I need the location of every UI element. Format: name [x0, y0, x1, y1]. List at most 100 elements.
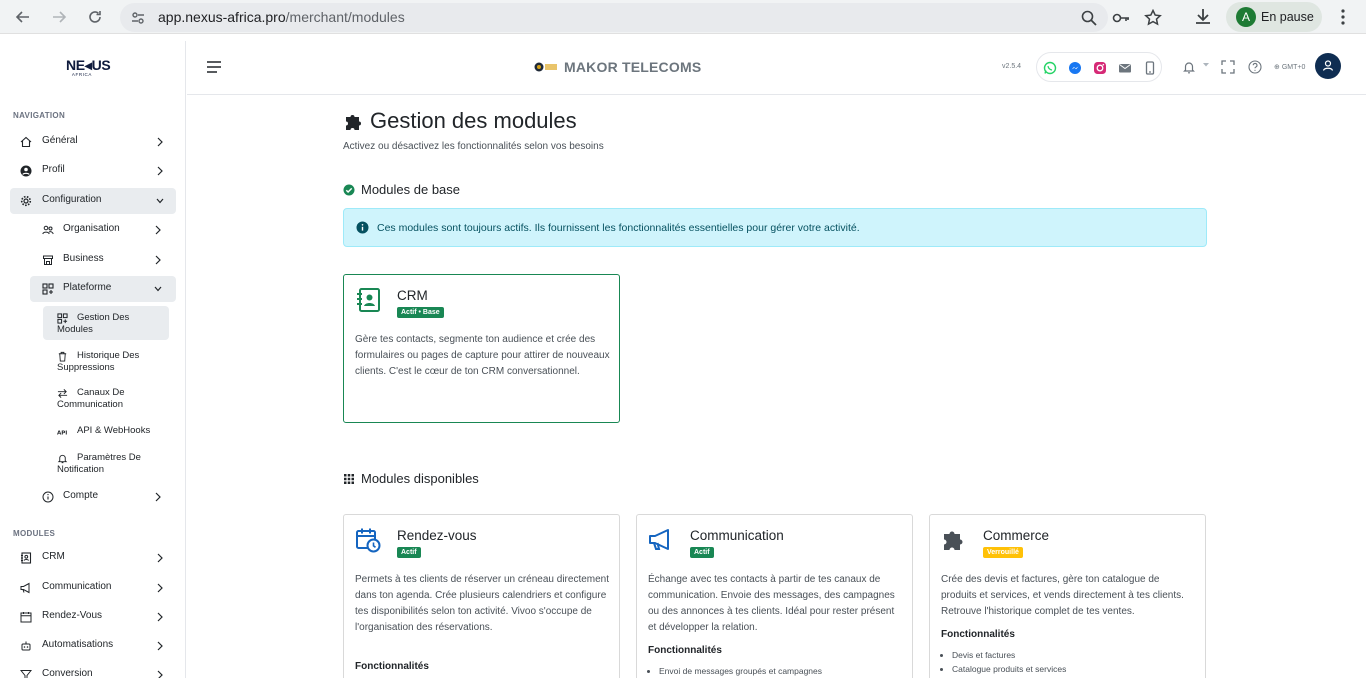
caret-down-icon[interactable] [1203, 63, 1209, 67]
chevron-right-icon [155, 225, 161, 235]
download-icon[interactable] [1193, 7, 1213, 27]
puzzle-icon [346, 114, 361, 130]
features-label: Fonctionnalités [648, 645, 722, 656]
status-badge: Verrouillé [983, 547, 1023, 558]
fullscreen-icon[interactable] [1221, 60, 1235, 74]
sidebar-item-communication[interactable]: Communication [10, 575, 176, 601]
key-icon[interactable] [1112, 9, 1130, 27]
profile-button[interactable]: A En pause [1226, 2, 1322, 32]
check-circle-icon [343, 184, 355, 195]
status-badge: Actif [690, 547, 714, 558]
home-icon [20, 136, 32, 148]
chevron-right-icon [157, 166, 163, 176]
trash-icon [58, 351, 67, 362]
page-subtitle: Activez ou désactivez les fonctionnalité… [343, 141, 604, 152]
email-icon[interactable] [1118, 61, 1132, 75]
users-icon [42, 225, 54, 235]
module-card-rendez-vous[interactable]: Rendez-vous Actif Permets à tes clients … [343, 514, 620, 678]
profile-status: En pause [1261, 10, 1314, 24]
forward-arrow-icon[interactable] [47, 5, 71, 29]
zoom-icon[interactable] [1080, 9, 1098, 27]
grid-plus-icon [57, 313, 68, 324]
main-content: Gestion des modules Activez ou désactive… [187, 95, 1366, 678]
contact-book-icon [357, 288, 380, 312]
phone-icon[interactable] [1143, 61, 1157, 75]
gear-icon [20, 195, 32, 207]
swap-arrows-icon [57, 389, 68, 398]
sidebar-item-plateforme[interactable]: Plateforme [30, 276, 176, 302]
api-icon: API [57, 430, 67, 436]
megaphone-icon [20, 582, 30, 594]
hamburger-menu-icon[interactable] [207, 61, 221, 73]
module-card-commerce[interactable]: Commerce Verrouillé Crée des devis et fa… [929, 514, 1206, 678]
messenger-icon[interactable] [1068, 61, 1082, 75]
profile-avatar: A [1236, 7, 1256, 27]
module-card-crm[interactable]: CRM Actif • Base Gère tes contacts, segm… [343, 274, 620, 423]
url-text: app.nexus-africa.pro/merchant/modules [158, 9, 405, 25]
page-title: Gestion des modules [343, 108, 577, 134]
sidebar-item-historique[interactable]: Historique Des Suppressions [43, 344, 169, 378]
sidebar-item-parametres[interactable]: Paramètres De Notification [43, 446, 169, 480]
chevron-right-icon [157, 670, 163, 678]
sidebar-item-profil[interactable]: Profil [10, 158, 176, 184]
megaphone-icon [649, 529, 669, 550]
status-badge: Actif • Base [397, 307, 444, 318]
timezone-label[interactable]: ⊕ GMT+0 [1274, 63, 1305, 71]
sidebar-item-gestion-modules[interactable]: Gestion Des Modules [43, 306, 169, 340]
feature-item: Catalogue produits et services [952, 662, 1066, 676]
calendar-icon [20, 612, 32, 623]
sidebar-item-organisation[interactable]: Organisation [30, 217, 176, 243]
chevron-down-icon [154, 286, 162, 292]
contact-book-icon [21, 552, 32, 564]
site-settings-icon[interactable] [130, 10, 146, 26]
chevron-right-icon [157, 583, 163, 593]
info-alert: Ces modules sont toujours actifs. Ils fo… [343, 208, 1207, 247]
calendar-clock-icon [356, 528, 381, 553]
help-circle-icon[interactable] [1248, 60, 1262, 74]
whatsapp-icon[interactable] [1043, 61, 1057, 75]
chevron-right-icon [157, 641, 163, 651]
sidebar-item-api[interactable]: API API & WebHooks [43, 419, 169, 442]
nexus-logo[interactable]: NE◂US AFRICA [66, 57, 126, 79]
chevron-down-icon [156, 198, 164, 204]
sidebar-item-canaux[interactable]: Canaux De Communication [43, 381, 169, 415]
base-modules-title: Modules de base [343, 182, 460, 197]
nav-heading: NAVIGATION [13, 111, 66, 120]
features-label: Fonctionnalités [941, 629, 1015, 640]
grid-icon [344, 473, 354, 484]
reload-icon[interactable] [83, 5, 107, 29]
bell-icon[interactable] [1182, 60, 1196, 74]
user-avatar[interactable] [1315, 53, 1341, 79]
available-modules-title: Modules disponibles [343, 471, 479, 486]
user-icon [1322, 60, 1334, 71]
sidebar-item-rendez-vous[interactable]: Rendez-Vous [10, 604, 176, 630]
address-bar[interactable]: app.nexus-africa.pro/merchant/modules [120, 3, 1162, 32]
chevron-right-icon [155, 492, 161, 502]
more-menu-icon[interactable] [1336, 8, 1350, 26]
sidebar-item-business[interactable]: Business [30, 247, 176, 273]
modules-heading: MODULES [13, 529, 56, 538]
back-arrow-icon[interactable] [11, 5, 35, 29]
info-circle-icon [42, 491, 54, 503]
bell-icon [57, 454, 68, 464]
sidebar: NE◂US AFRICA NAVIGATION Général Profil C… [0, 41, 186, 678]
chevron-right-icon [157, 553, 163, 563]
svg-text:API: API [57, 430, 67, 436]
sidebar-item-compte[interactable]: Compte [30, 484, 176, 510]
module-card-communication[interactable]: Communication Actif Échange avec tes con… [636, 514, 913, 678]
sidebar-item-general[interactable]: Général [10, 129, 176, 155]
bookmark-star-icon[interactable] [1144, 9, 1162, 27]
instagram-icon[interactable] [1093, 61, 1107, 75]
feature-item: Envoi de messages groupés et campagnes [659, 664, 822, 678]
browser-toolbar: app.nexus-africa.pro/merchant/modules A … [0, 0, 1366, 34]
chevron-right-icon [155, 255, 161, 265]
sidebar-item-automatisations[interactable]: Automatisations [10, 633, 176, 659]
features-list: Devis et factures Catalogue produits et … [952, 648, 1066, 676]
sidebar-item-conversion[interactable]: Conversion [10, 662, 176, 678]
merchant-brand: MAKOR TELECOMS [534, 59, 701, 75]
store-icon [43, 255, 53, 265]
feature-item: Devis et factures [952, 648, 1066, 662]
sidebar-item-configuration[interactable]: Configuration [10, 188, 176, 214]
funnel-icon [20, 670, 32, 678]
sidebar-item-crm[interactable]: CRM [10, 545, 176, 571]
